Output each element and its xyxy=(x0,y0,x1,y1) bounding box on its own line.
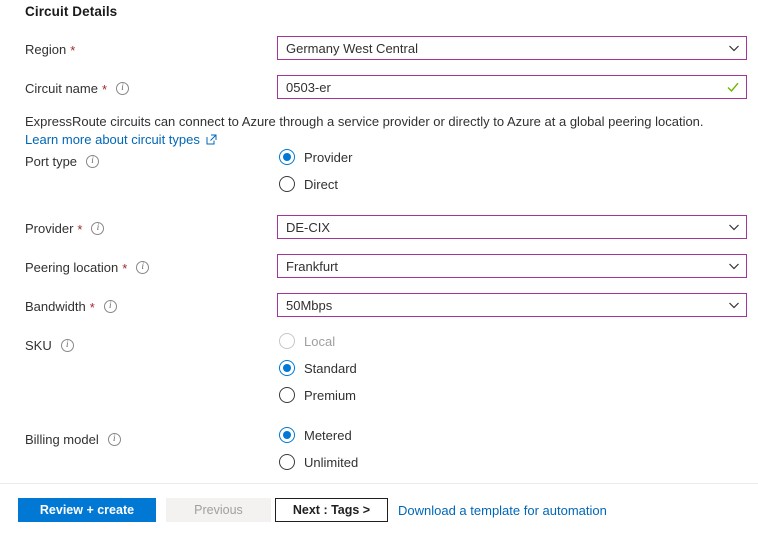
radio-label: Direct xyxy=(304,176,338,192)
radio-label: Provider xyxy=(304,149,353,165)
peering-location-value: Frankfurt xyxy=(286,258,339,274)
bandwidth-label: Bandwidth * i xyxy=(25,297,117,315)
circuit-name-input[interactable]: 0503-er xyxy=(277,75,747,99)
bandwidth-dropdown[interactable]: 50Mbps xyxy=(277,293,747,317)
port-type-label: Port type i xyxy=(25,152,100,170)
page-title: Circuit Details xyxy=(25,4,118,19)
region-dropdown[interactable]: Germany West Central xyxy=(277,36,747,60)
radio-indicator xyxy=(279,176,295,192)
radio-indicator xyxy=(279,360,295,376)
required-asterisk: * xyxy=(122,260,128,276)
radio-port-type-provider[interactable]: Provider xyxy=(279,147,352,167)
billing-model-label-text: Billing model xyxy=(25,431,99,447)
radio-sku-premium[interactable]: Premium xyxy=(279,385,356,405)
circuit-name-label: Circuit name * i xyxy=(25,79,130,97)
radio-label: Unlimited xyxy=(304,454,359,470)
radio-billing-metered[interactable]: Metered xyxy=(279,425,352,445)
required-asterisk: * xyxy=(70,42,76,58)
circuit-description: ExpressRoute circuits can connect to Azu… xyxy=(25,114,704,129)
required-asterisk: * xyxy=(101,81,108,97)
previous-button: Previous xyxy=(166,498,271,522)
radio-indicator xyxy=(279,333,295,349)
info-icon[interactable]: i xyxy=(60,338,74,352)
radio-label: Premium xyxy=(304,387,357,403)
required-asterisk: * xyxy=(89,299,95,315)
peering-location-dropdown[interactable]: Frankfurt xyxy=(277,254,747,278)
sku-label: SKU i xyxy=(25,336,74,354)
radio-label: Standard xyxy=(304,360,357,376)
provider-label-text: Provider xyxy=(25,220,74,236)
circuit-name-value: 0503-er xyxy=(286,79,331,95)
wizard-footer: Review + create Previous Next : Tags > D… xyxy=(0,484,758,541)
provider-value: DE-CIX xyxy=(286,219,331,235)
learn-more-link[interactable]: Learn more about circuit types xyxy=(25,132,217,147)
chevron-down-icon xyxy=(729,302,739,309)
radio-indicator xyxy=(279,149,295,165)
radio-indicator xyxy=(279,454,295,470)
bandwidth-value: 50Mbps xyxy=(286,297,333,313)
radio-label: Metered xyxy=(304,427,352,443)
next-tags-button[interactable]: Next : Tags > xyxy=(275,498,388,522)
provider-dropdown[interactable]: DE-CIX xyxy=(277,215,747,239)
chevron-down-icon xyxy=(729,263,739,270)
bandwidth-label-text: Bandwidth xyxy=(25,298,86,314)
download-template-link[interactable]: Download a template for automation xyxy=(398,498,607,522)
provider-label: Provider * i xyxy=(25,219,105,237)
circuit-name-label-text: Circuit name xyxy=(25,80,98,96)
radio-indicator xyxy=(279,387,295,403)
region-value: Germany West Central xyxy=(286,40,418,56)
radio-sku-standard[interactable]: Standard xyxy=(279,358,357,378)
info-icon[interactable]: i xyxy=(107,432,121,446)
info-icon[interactable]: i xyxy=(91,221,105,235)
external-link-icon xyxy=(206,134,217,145)
info-icon[interactable]: i xyxy=(86,154,100,168)
circuit-details-form: Circuit Details Region * Germany West Cen… xyxy=(0,0,758,483)
validation-check-icon xyxy=(727,82,739,93)
info-icon[interactable]: i xyxy=(136,260,150,274)
peering-location-label: Peering location * i xyxy=(25,258,150,276)
review-create-button[interactable]: Review + create xyxy=(18,498,156,522)
chevron-down-icon xyxy=(729,45,739,52)
info-icon[interactable]: i xyxy=(116,81,130,95)
radio-label: Local xyxy=(304,333,336,349)
required-asterisk: * xyxy=(77,221,83,237)
radio-port-type-direct[interactable]: Direct xyxy=(279,174,338,194)
radio-sku-local: Local xyxy=(279,331,335,351)
billing-model-label: Billing model i xyxy=(25,430,121,448)
region-label-text: Region xyxy=(25,41,67,57)
sku-label-text: SKU xyxy=(25,337,52,353)
region-label: Region * xyxy=(25,40,75,58)
info-icon[interactable]: i xyxy=(103,299,117,313)
peering-location-label-text: Peering location xyxy=(25,259,119,275)
chevron-down-icon xyxy=(729,224,739,231)
port-type-label-text: Port type xyxy=(25,153,78,169)
radio-indicator xyxy=(279,427,295,443)
radio-billing-unlimited[interactable]: Unlimited xyxy=(279,452,358,472)
learn-more-label: Learn more about circuit types xyxy=(25,132,200,147)
